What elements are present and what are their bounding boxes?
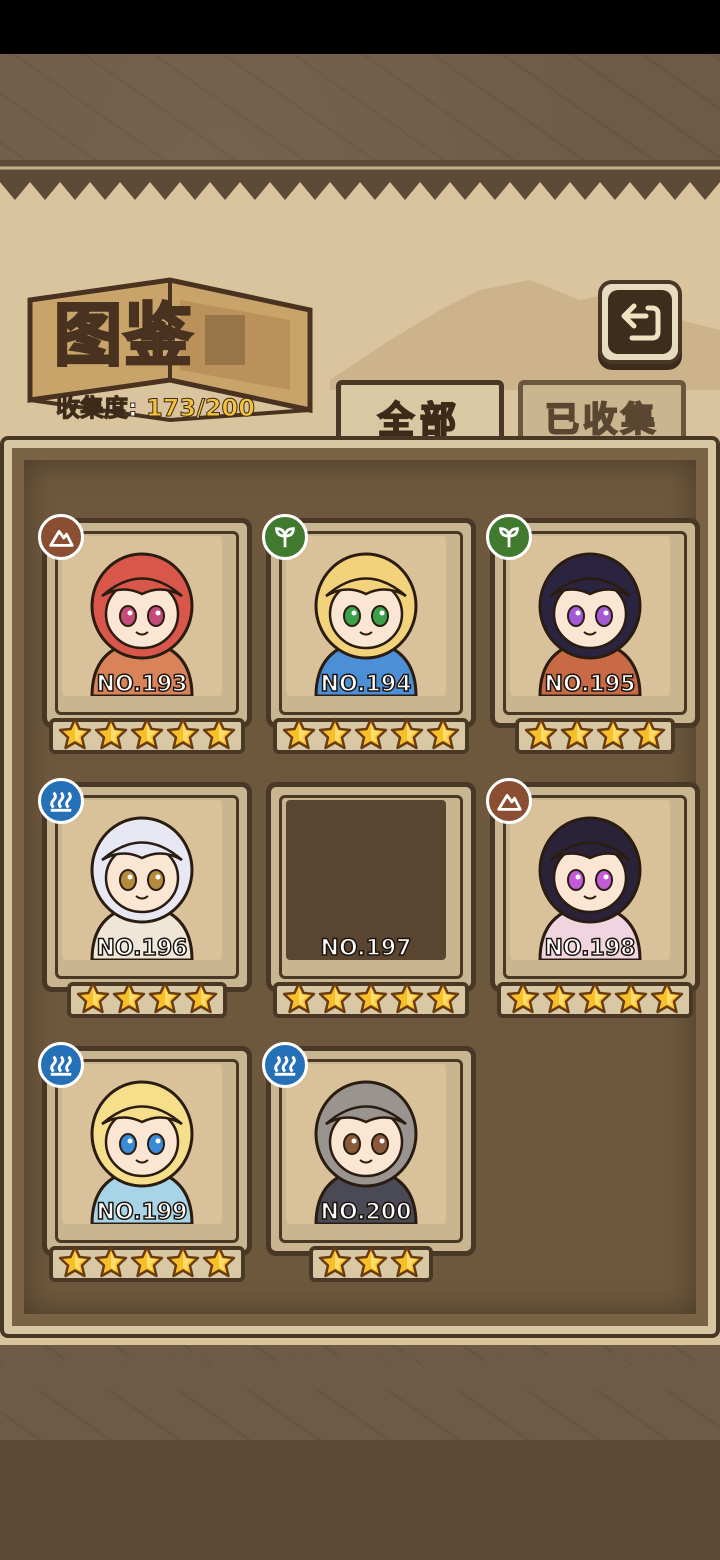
collection-grid: NO.193 NO.194 NO.195 NO.196 NO.197 NO.198 NO.1… — [24, 460, 700, 1314]
star-icon — [202, 1245, 236, 1279]
star-icon — [426, 717, 460, 751]
tab-all-label: 全部 — [377, 399, 462, 442]
star-icon — [650, 981, 684, 1015]
character-card[interactable]: NO.193 — [38, 514, 252, 758]
back-arrow-icon — [621, 303, 661, 341]
star-icon — [632, 717, 666, 751]
card-number: NO.194 — [320, 671, 412, 698]
card-number: NO.197 — [320, 935, 412, 962]
star-rating — [42, 1242, 252, 1282]
leaf-element-icon — [262, 514, 308, 560]
star-icon — [578, 981, 612, 1015]
star-icon — [390, 981, 424, 1015]
map-background-bottom — [0, 1440, 720, 1560]
star-icon — [202, 717, 236, 751]
star-icon — [282, 717, 316, 751]
water-element-icon — [262, 1042, 308, 1088]
card-number: NO.200 — [320, 1199, 412, 1226]
character-card[interactable]: NO.195 — [486, 514, 700, 758]
tab-collected-label: 已收集 — [544, 399, 659, 441]
star-rating — [266, 978, 476, 1018]
back-button[interactable] — [598, 280, 682, 364]
star-icon — [184, 981, 218, 1015]
star-icon — [426, 981, 460, 1015]
star-icon — [94, 717, 128, 751]
collection-progress: 收集度: 173/200 — [56, 388, 256, 423]
star-icon — [390, 717, 424, 751]
back-button-face — [608, 290, 672, 354]
card-number: NO.195 — [544, 671, 636, 698]
character-card[interactable]: NO.197 — [266, 782, 476, 1022]
star-rating — [490, 714, 700, 754]
star-icon — [166, 1245, 200, 1279]
star-icon — [524, 717, 558, 751]
card-number: NO.199 — [96, 1199, 188, 1226]
star-icon — [94, 1245, 128, 1279]
star-icon — [354, 981, 388, 1015]
collection-value: 173/200 — [145, 394, 255, 423]
star-icon — [506, 981, 540, 1015]
water-element-icon — [38, 1042, 84, 1088]
earth-element-icon — [486, 778, 532, 824]
star-icon — [390, 1245, 424, 1279]
star-icon — [318, 1245, 352, 1279]
character-card[interactable]: NO.198 — [486, 778, 700, 1022]
collection-label: 收集度: — [56, 394, 139, 423]
star-icon — [282, 981, 316, 1015]
tab-collected[interactable]: 已收集 — [518, 380, 686, 448]
star-icon — [542, 981, 576, 1015]
star-icon — [130, 717, 164, 751]
card-number: NO.198 — [544, 935, 636, 962]
star-icon — [318, 981, 352, 1015]
card-number: NO.196 — [96, 935, 188, 962]
star-icon — [58, 717, 92, 751]
star-icon — [112, 981, 146, 1015]
tab-all[interactable]: 全部 — [336, 380, 504, 448]
zigzag-border-top — [0, 160, 720, 200]
star-rating — [42, 714, 252, 754]
star-icon — [614, 981, 648, 1015]
character-card[interactable]: NO.200 — [262, 1042, 476, 1286]
star-icon — [560, 717, 594, 751]
character-card[interactable]: NO.196 — [38, 778, 252, 1022]
star-icon — [148, 981, 182, 1015]
leaf-element-icon — [486, 514, 532, 560]
star-icon — [58, 1245, 92, 1279]
star-icon — [318, 717, 352, 751]
water-element-icon — [38, 778, 84, 824]
star-rating — [42, 978, 252, 1018]
status-bar — [0, 0, 720, 54]
star-icon — [130, 1245, 164, 1279]
character-card[interactable]: NO.194 — [262, 514, 476, 758]
star-icon — [354, 717, 388, 751]
star-icon — [354, 1245, 388, 1279]
star-icon — [76, 981, 110, 1015]
star-icon — [596, 717, 630, 751]
zigzag-border-bottom — [0, 1348, 720, 1390]
character-card[interactable]: NO.199 — [38, 1042, 252, 1286]
card-number: NO.193 — [96, 671, 188, 698]
star-rating — [266, 714, 476, 754]
star-icon — [166, 717, 200, 751]
collection-panel: NO.193 NO.194 NO.195 NO.196 NO.197 NO.198 NO.1… — [0, 436, 720, 1338]
earth-element-icon — [38, 514, 84, 560]
page-title: 图鉴 — [52, 296, 195, 378]
star-rating — [490, 978, 700, 1018]
star-rating — [266, 1242, 476, 1282]
